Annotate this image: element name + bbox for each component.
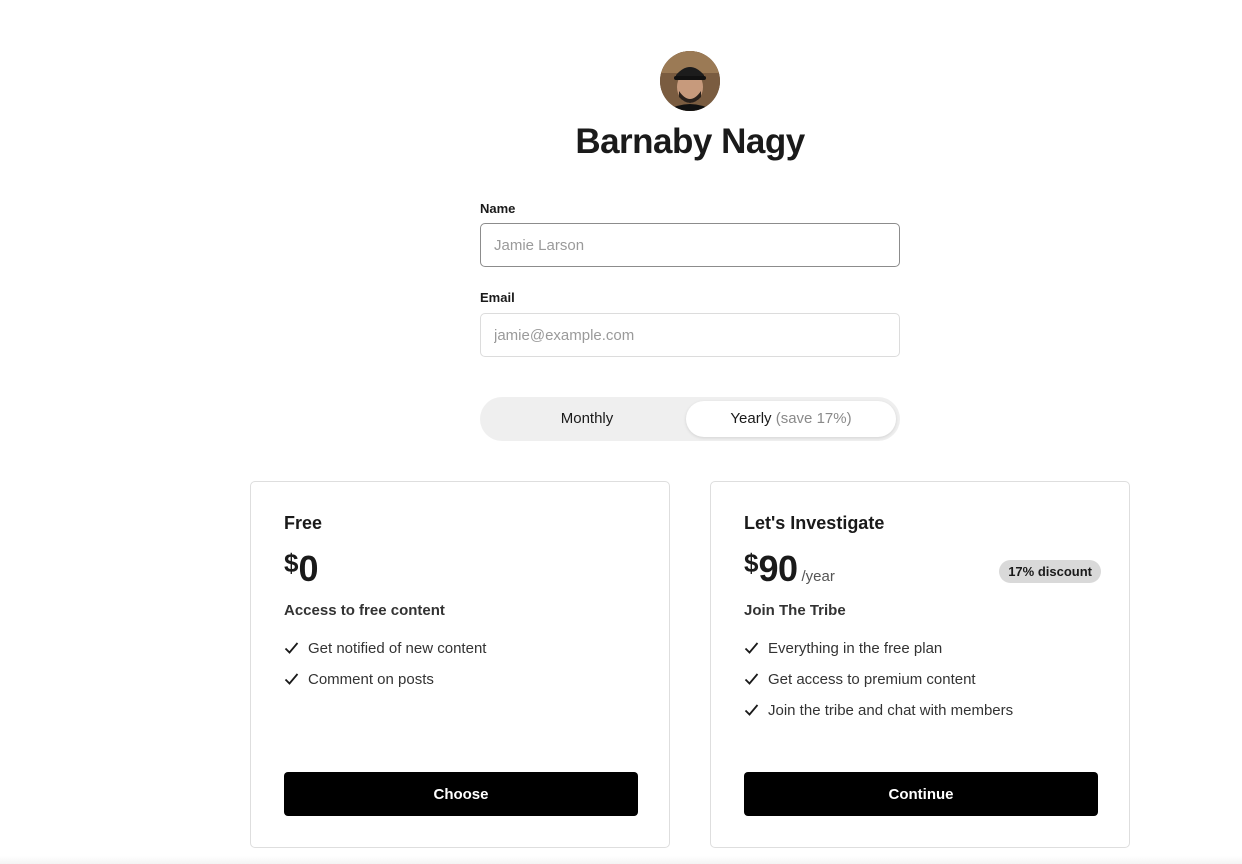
feature-text: Get access to premium content — [768, 671, 976, 688]
price-currency: $ — [744, 548, 759, 578]
yearly-savings-note: (save 17%) — [775, 410, 852, 427]
yearly-option[interactable]: Yearly (save 17%) — [686, 401, 896, 437]
plan-price: $0 — [284, 548, 318, 590]
feature-item: Get access to premium content — [744, 670, 1013, 701]
plan-name: Free — [284, 513, 323, 533]
plan-card-lets-investigate: Let's Investigate $90/year 17% discount … — [710, 481, 1130, 848]
feature-text: Join the tribe and chat with members — [768, 702, 1014, 719]
price-currency: $ — [284, 548, 299, 578]
billing-period-toggle: Monthly Yearly (save 17%) — [480, 397, 900, 441]
page-title: Barnaby Nagy — [575, 122, 805, 161]
price-period: /year — [801, 568, 835, 585]
check-icon — [284, 673, 299, 685]
plan-description: Join The Tribe — [744, 602, 846, 619]
plan-description: Access to free content — [284, 602, 445, 619]
discount-badge: 17% discount — [999, 560, 1101, 583]
monthly-option-label: Monthly — [560, 410, 614, 427]
monthly-option[interactable]: Monthly — [484, 401, 690, 437]
plan-name: Let's Investigate — [744, 513, 885, 533]
plan-card-free: Free $0 Access to free content Get notif… — [250, 481, 670, 848]
check-icon — [744, 704, 759, 716]
price-amount: 90 — [758, 548, 798, 589]
price-amount: 0 — [298, 548, 318, 589]
check-icon — [744, 642, 759, 654]
feature-item: Comment on posts — [284, 670, 486, 701]
yearly-option-label: Yearly — [730, 410, 772, 427]
page-bottom-edge — [0, 856, 1242, 864]
feature-item: Get notified of new content — [284, 639, 486, 670]
profile-photo-icon — [660, 51, 720, 111]
feature-item: Join the tribe and chat with members — [744, 701, 1013, 732]
email-input[interactable] — [480, 313, 900, 357]
feature-item: Everything in the free plan — [744, 639, 1013, 670]
feature-text: Everything in the free plan — [768, 640, 943, 657]
continue-button[interactable]: Continue — [744, 772, 1098, 816]
feature-text: Comment on posts — [308, 671, 434, 688]
feature-text: Get notified of new content — [308, 640, 487, 657]
avatar — [660, 51, 720, 111]
name-label: Name — [480, 201, 516, 216]
choose-button[interactable]: Choose — [284, 772, 638, 816]
check-icon — [284, 642, 299, 654]
feature-list: Get notified of new content Comment on p… — [284, 639, 486, 701]
name-input[interactable] — [480, 223, 900, 267]
email-label: Email — [480, 290, 515, 305]
feature-list: Everything in the free plan Get access t… — [744, 639, 1013, 732]
check-icon — [744, 673, 759, 685]
plan-price: $90/year — [744, 548, 835, 590]
